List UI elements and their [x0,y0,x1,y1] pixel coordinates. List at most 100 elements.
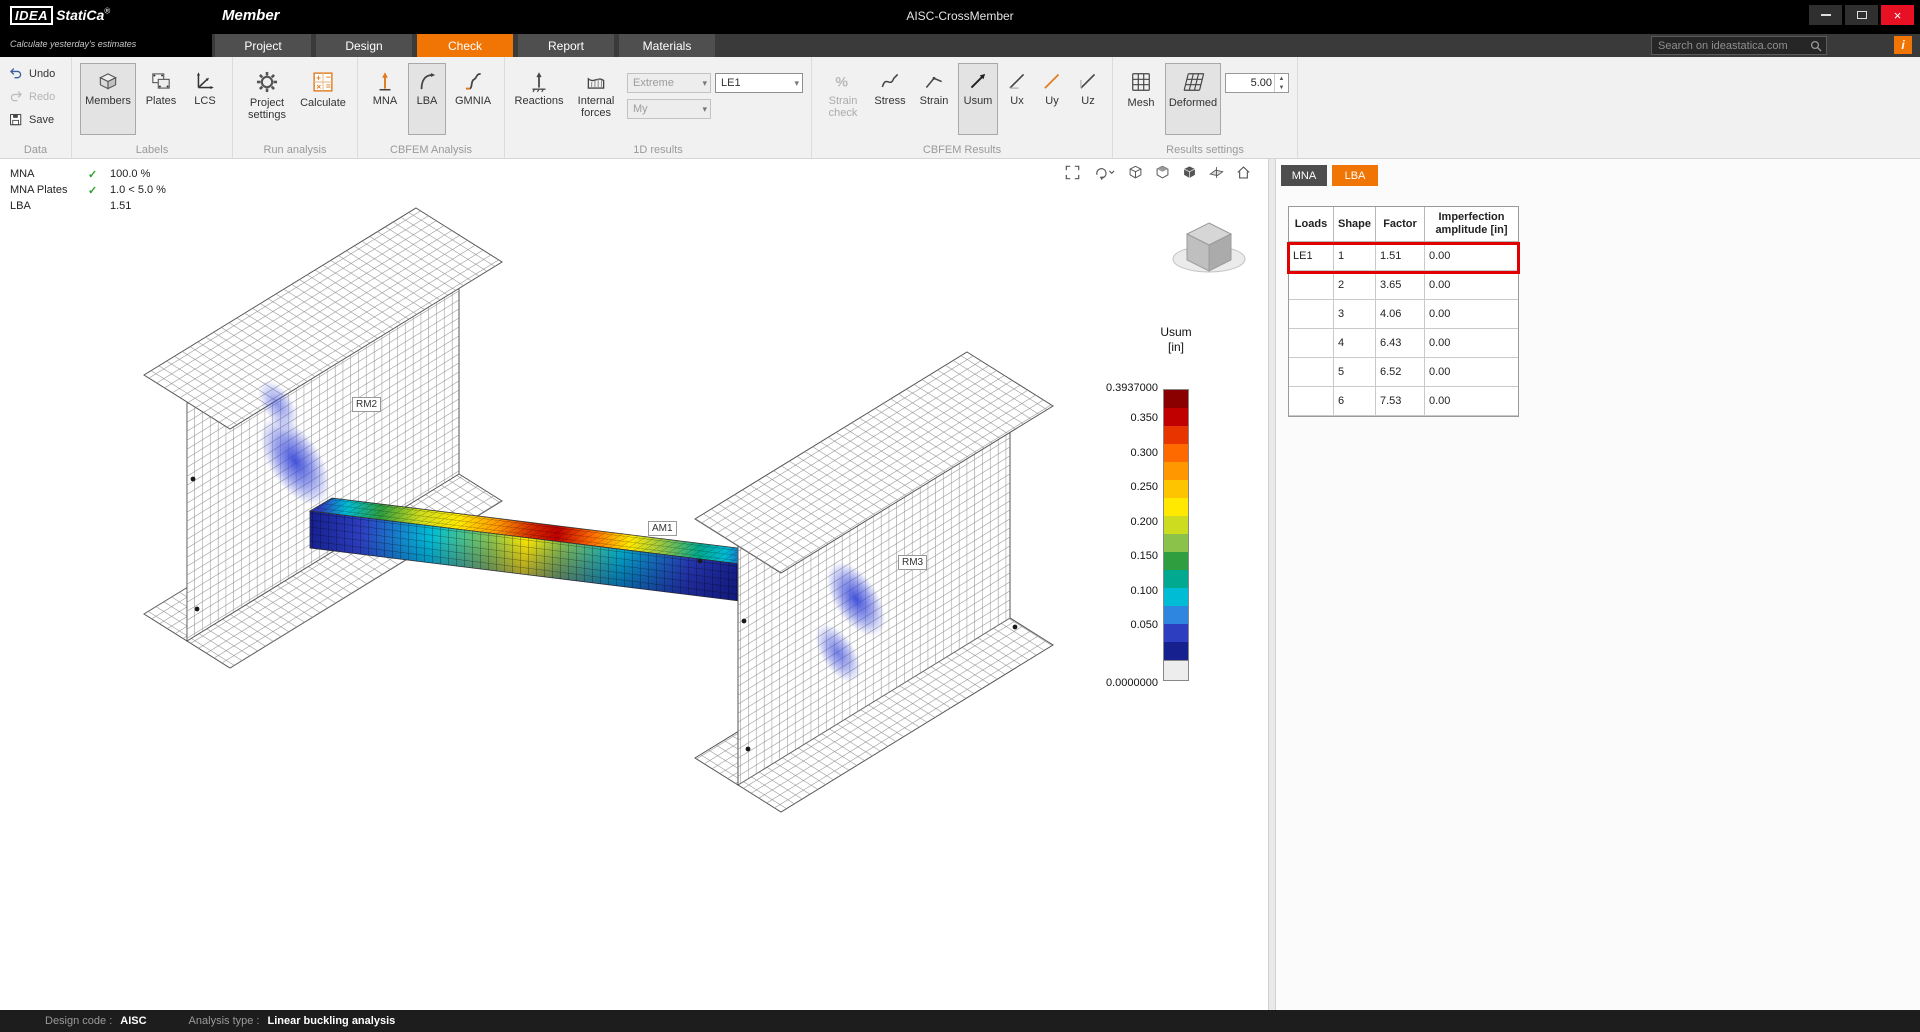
strain-check-button[interactable]: % Strain check [820,63,866,135]
model-3d-view[interactable] [0,159,1268,1010]
table-row[interactable]: 46.430.00 [1289,329,1518,358]
uz-label: Uz [1081,95,1094,107]
table-row[interactable]: 67.530.00 [1289,387,1518,416]
plates-icon [149,69,173,93]
project-settings-button[interactable]: Project settings [241,63,293,135]
panel-tab-mna[interactable]: MNA [1281,165,1327,186]
search-box[interactable] [1651,36,1827,55]
group-label-cbfem-analysis: CBFEM Analysis [358,144,504,156]
navigation-cube[interactable] [1169,211,1253,281]
strain-button[interactable]: Strain [914,63,954,135]
group-label-cbfem-results: CBFEM Results [812,144,1112,156]
minimize-button[interactable] [1809,5,1842,25]
tab-design[interactable]: Design [316,34,412,57]
save-label: Save [29,114,54,126]
table-row[interactable]: 34.060.00 [1289,300,1518,329]
stepper-down-icon[interactable]: ▼ [1275,83,1288,92]
gmnia-label: GMNIA [455,95,491,107]
gmnia-analysis-button[interactable]: GMNIA [450,63,496,135]
close-button[interactable]: × [1881,5,1914,25]
fit-view-icon[interactable] [1064,164,1081,181]
front-view-icon[interactable] [1154,164,1171,181]
reactions-icon [527,69,551,93]
home-view-icon[interactable] [1235,164,1252,181]
panel-tab-lba[interactable]: LBA [1332,165,1378,186]
strain-check-icon: % [831,69,855,93]
members-label: Members [85,95,131,107]
info-badge[interactable]: i [1894,36,1912,54]
right-beam-mesh[interactable] [695,352,1053,812]
reactions-button[interactable]: Reactions [513,63,565,135]
legend-tick-label: 0.350 [1100,412,1158,424]
tab-materials[interactable]: Materials [619,34,715,57]
members-icon [96,69,120,93]
plates-toggle-button[interactable]: Plates [140,63,182,135]
table-row[interactable]: LE111.510.00 [1289,242,1518,271]
usum-icon [966,69,990,93]
table-cell-imperfection: 0.00 [1425,271,1518,300]
analyzed-member-mesh[interactable] [310,498,762,601]
legend-color-segment [1164,606,1188,624]
chevron-down-icon: ▾ [702,74,707,92]
usum-label: Usum [964,95,993,107]
axonometry-view-icon[interactable] [1127,164,1144,181]
lba-analysis-button[interactable]: LBA [408,63,446,135]
calculate-button[interactable]: + − × = Calculate [297,63,349,135]
status-row: MNA✓100.0 % [10,166,166,182]
model-label[interactable]: RM3 [898,555,927,570]
mesh-toggle-button[interactable]: Mesh [1121,63,1161,135]
table-row[interactable]: 56.520.00 [1289,358,1518,387]
column-header-imperfection: Imperfection amplitude [in] [1425,207,1518,242]
undo-button[interactable]: Undo [8,63,55,84]
legend-tick-label: 0.300 [1100,447,1158,459]
model-label[interactable]: RM2 [352,397,381,412]
uz-button[interactable]: Uz [1072,63,1104,135]
members-toggle-button[interactable]: Members [80,63,136,135]
stress-button[interactable]: Stress [870,63,910,135]
svg-text:+: + [316,73,321,82]
model-viewport[interactable]: MNA✓100.0 %MNA Plates✓1.0 < 5.0 %LBA1.51 [0,159,1268,1010]
mesh-label: Mesh [1128,97,1155,109]
status-row: LBA1.51 [10,198,166,214]
internal-forces-button[interactable]: Internal forces [569,63,623,135]
ux-button[interactable]: Ux [1002,63,1032,135]
lcs-toggle-button[interactable]: LCS [186,63,224,135]
deformed-toggle-button[interactable]: Deformed [1165,63,1221,135]
check-icon: ✓ [88,184,110,197]
strain-icon [922,69,946,93]
save-button[interactable]: Save [8,109,55,130]
tab-project[interactable]: Project [215,34,311,57]
uy-button[interactable]: Uy [1036,63,1068,135]
close-icon: × [1894,8,1902,23]
tab-check[interactable]: Check [417,34,513,57]
results-panel: MNA LBA Loads Shape Factor Imperfection … [1276,159,1920,1010]
left-beam-mesh[interactable] [144,208,502,668]
calculate-label: Calculate [300,97,346,109]
loadcase-dropdown[interactable]: LE1 ▾ [715,73,803,93]
clipping-plane-icon[interactable] [1208,164,1225,181]
redo-button[interactable]: Redo [8,86,55,107]
deformed-scale-stepper[interactable]: 5.00 ▲ ▼ [1225,73,1289,93]
extreme-dropdown[interactable]: Extreme ▾ [627,73,711,93]
maximize-button[interactable] [1845,5,1878,25]
strain-check-label: Strain check [823,95,863,119]
logo-tagline: Calculate yesterday's estimates [10,39,136,49]
panel-splitter[interactable] [1268,159,1276,1010]
usum-button[interactable]: Usum [958,63,998,135]
solid-view-icon[interactable] [1181,164,1198,181]
table-cell-shape: 5 [1334,358,1376,387]
rotate-view-icon[interactable] [1091,164,1117,181]
design-code-value: AISC [120,1015,146,1027]
redo-icon [8,89,24,105]
window-controls: × [1809,5,1914,25]
mna-analysis-button[interactable]: MNA [366,63,404,135]
table-row[interactable]: 23.650.00 [1289,271,1518,300]
model-label[interactable]: AM1 [648,521,677,536]
search-input[interactable] [1656,39,1810,53]
tab-report[interactable]: Report [518,34,614,57]
mesh-icon [1128,69,1154,95]
my-dropdown[interactable]: My ▾ [627,99,711,119]
stepper-up-icon[interactable]: ▲ [1275,74,1288,83]
internal-forces-icon [584,69,608,93]
statusbar: Design code : AISC Analysis type : Linea… [0,1010,1920,1032]
